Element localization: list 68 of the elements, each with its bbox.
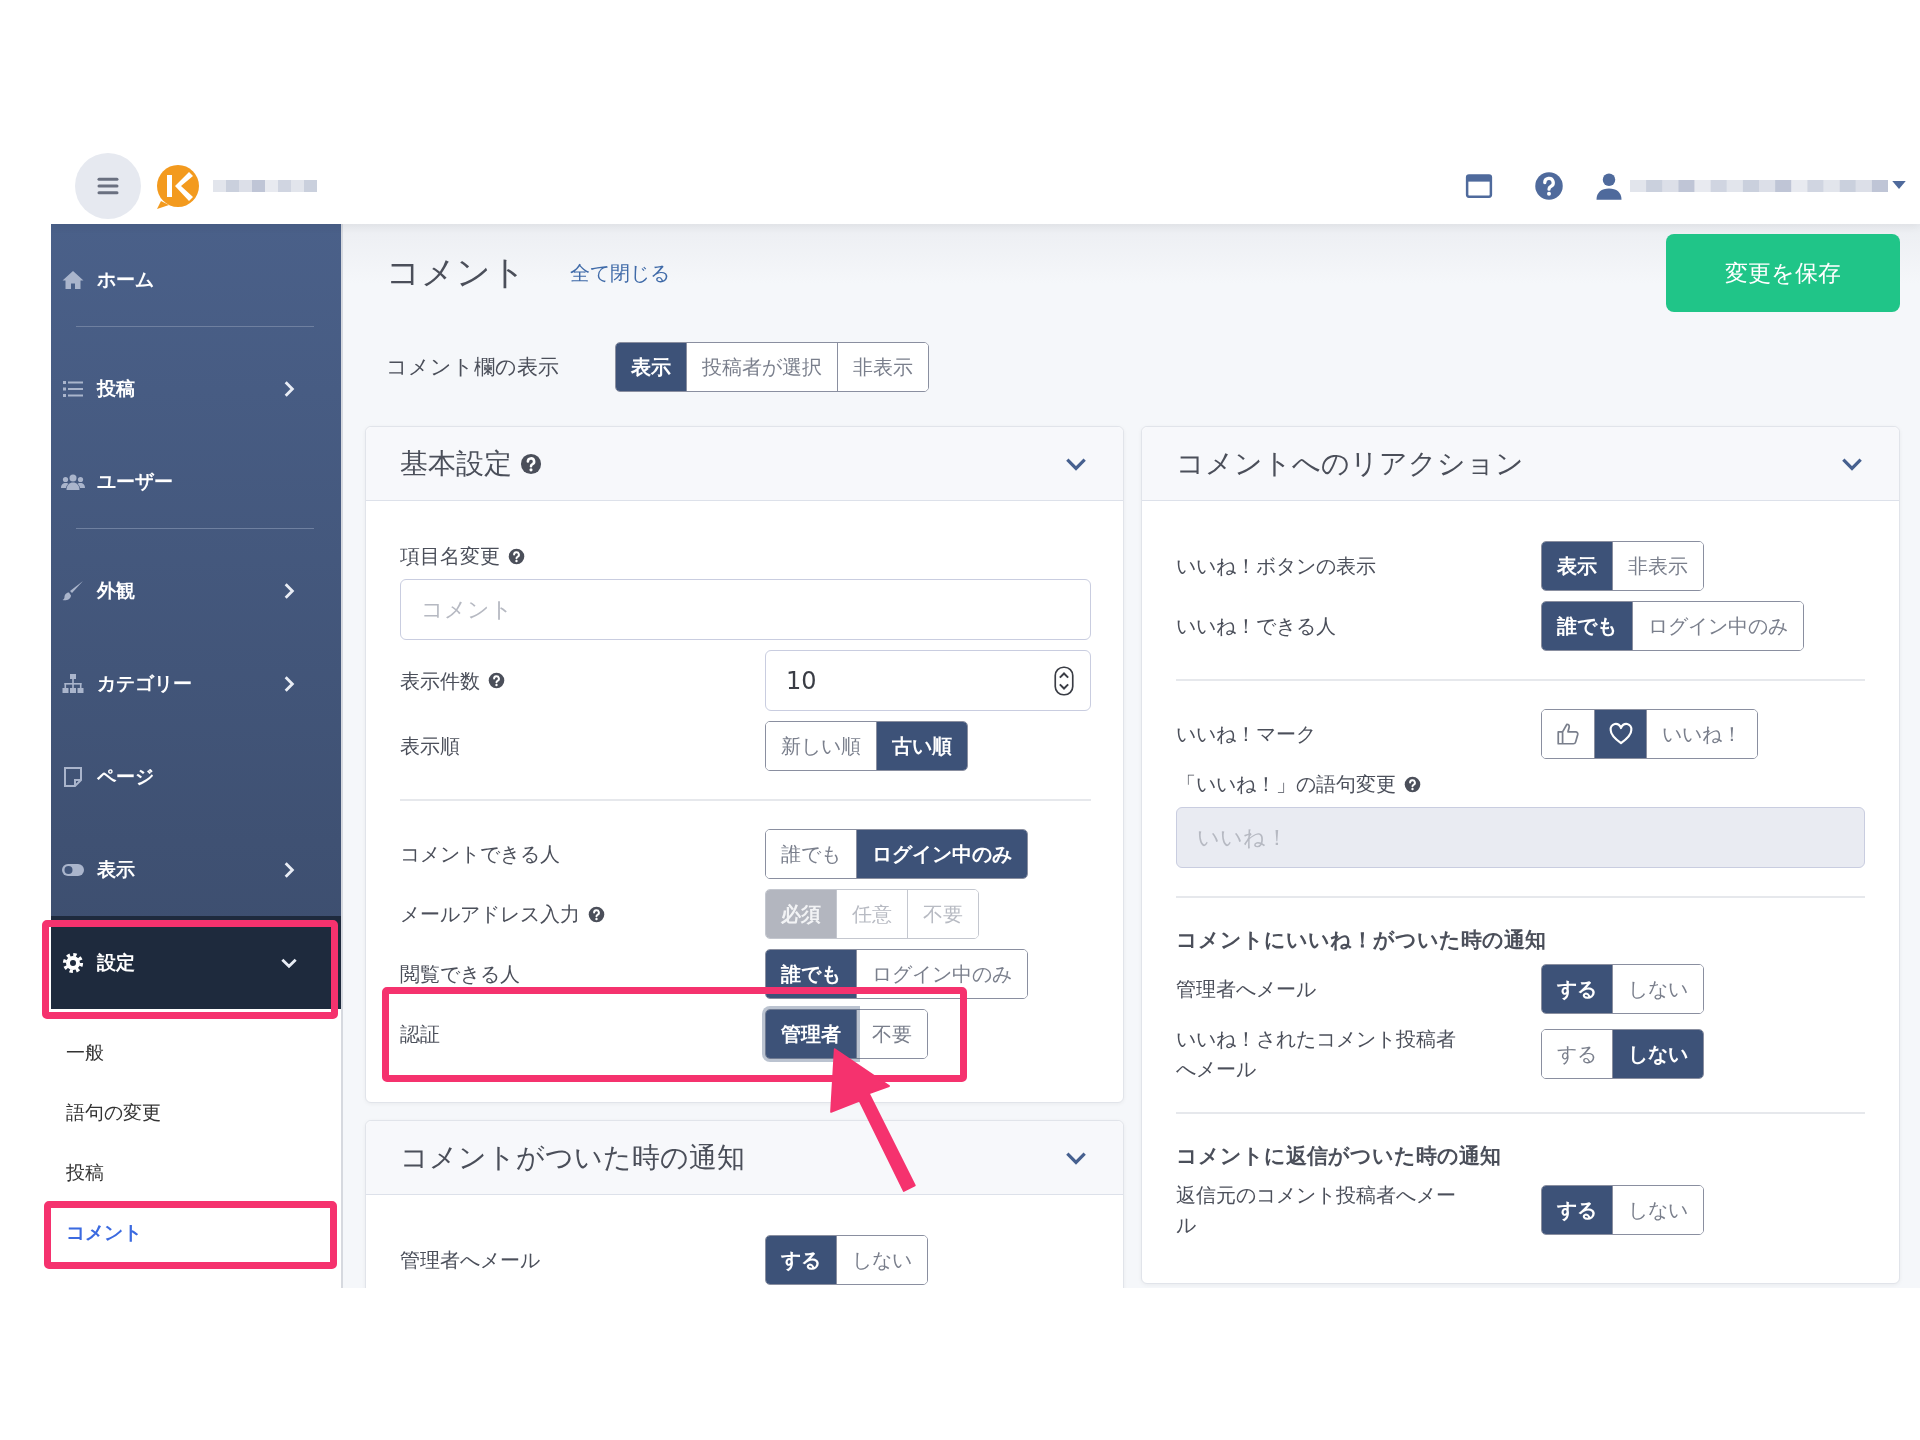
card-header[interactable]: 基本設定 <box>366 427 1123 501</box>
spinner-icon <box>1054 665 1074 696</box>
collapse-all-link[interactable]: 全て閉じる <box>570 259 670 287</box>
page-title: コメント <box>386 251 526 294</box>
toggle-option[interactable]: 不要 <box>856 1010 927 1058</box>
sidebar-item[interactable]: 表示 <box>51 823 341 916</box>
heart-icon <box>1607 721 1634 747</box>
page-icon <box>61 764 85 789</box>
submenu-item[interactable]: 一般 <box>51 1023 341 1083</box>
sitemap-icon <box>61 671 85 696</box>
submenu-item[interactable]: コメント <box>51 1203 341 1263</box>
gear-icon <box>61 950 85 975</box>
toggle-option[interactable]: しない <box>836 1236 927 1284</box>
toggle-option[interactable]: 管理者 <box>766 1010 856 1058</box>
field-label: いいね！ボタンの表示 <box>1176 553 1376 580</box>
brush-icon <box>61 578 85 603</box>
toggle-option[interactable]: 非表示 <box>837 343 928 391</box>
submenu-item[interactable]: 語句の変更 <box>51 1083 341 1143</box>
submenu-item[interactable]: 投稿 <box>51 1143 341 1203</box>
field-label: コメントできる人 <box>400 841 560 868</box>
card-header[interactable]: コメントがついた時の通知 <box>366 1121 1123 1195</box>
field-label: いいね！できる人 <box>1176 613 1336 640</box>
toggle-option[interactable]: ログイン中のみ <box>1632 602 1803 650</box>
help-icon[interactable] <box>1534 170 1564 201</box>
sidebar-item[interactable]: ページ <box>51 730 341 823</box>
toggle-option[interactable]: ログイン中のみ <box>856 830 1027 878</box>
toggle-option[interactable]: 表示 <box>1542 542 1612 590</box>
toggle-option[interactable]: 古い順 <box>876 722 967 770</box>
field-label: 返信元のコメント投稿者へメール <box>1176 1182 1457 1239</box>
toggle-option[interactable]: する <box>1542 1186 1612 1234</box>
sidebar-item[interactable]: 投稿 <box>51 342 341 435</box>
field-label: コメント欄の表示 <box>386 354 560 381</box>
toggle-option[interactable]: 非表示 <box>1612 542 1703 590</box>
field-label: 表示順 <box>400 733 460 760</box>
number-field[interactable]: 10 <box>765 650 1091 711</box>
field-label: いいね！マーク <box>1176 721 1316 748</box>
card-title: 基本設定 <box>400 445 512 482</box>
card-header[interactable]: コメントへのリアクション <box>1142 427 1899 501</box>
sidebar-item[interactable]: 外観 <box>51 544 341 637</box>
toggle-option[interactable]: する <box>766 1236 836 1284</box>
sidebar-item[interactable]: カテゴリー <box>51 637 341 730</box>
toggle-option[interactable]: 表示 <box>616 343 686 391</box>
field-label: 認証 <box>400 1021 440 1048</box>
toggle-option[interactable]: しない <box>1612 965 1703 1013</box>
caret-icon <box>1892 181 1906 190</box>
toggle-option[interactable]: しない <box>1612 1030 1703 1078</box>
toggle-option[interactable]: ログイン中のみ <box>856 950 1027 998</box>
toggle-option[interactable]: する <box>1542 965 1612 1013</box>
sidebar-item[interactable]: ユーザー <box>51 435 341 528</box>
toggle-option[interactable]: 誰でも <box>1542 602 1632 650</box>
sidebar-item[interactable]: ホーム <box>51 233 341 326</box>
icon-option[interactable] <box>1594 710 1646 758</box>
card-title: コメントへのリアクション <box>1176 445 1524 482</box>
toggle-option[interactable]: しない <box>1612 1186 1703 1234</box>
field-label: 管理者へメール <box>1176 976 1316 1003</box>
text-field[interactable]: コメント <box>400 579 1091 640</box>
field-label: メールアドレス入力 <box>400 901 580 928</box>
field-label: 項目名変更 <box>400 543 500 570</box>
card-title: コメントがついた時の通知 <box>400 1139 745 1176</box>
field-label: 管理者へメール <box>400 1247 540 1274</box>
field-label: 閲覧できる人 <box>400 961 520 988</box>
section-heading: コメントにいいね！がついた時の通知 <box>1176 927 1546 954</box>
section-heading: コメントに返信がついた時の通知 <box>1176 1143 1501 1170</box>
field-label: いいね！されたコメント投稿者へメール <box>1176 1026 1457 1083</box>
field-label: 「いいね！」の語句変更 <box>1176 771 1396 798</box>
field-label: 表示件数 <box>400 667 480 695</box>
thumbs-up-icon <box>1555 721 1581 747</box>
toggle-option[interactable]: いいね！ <box>1646 710 1757 758</box>
